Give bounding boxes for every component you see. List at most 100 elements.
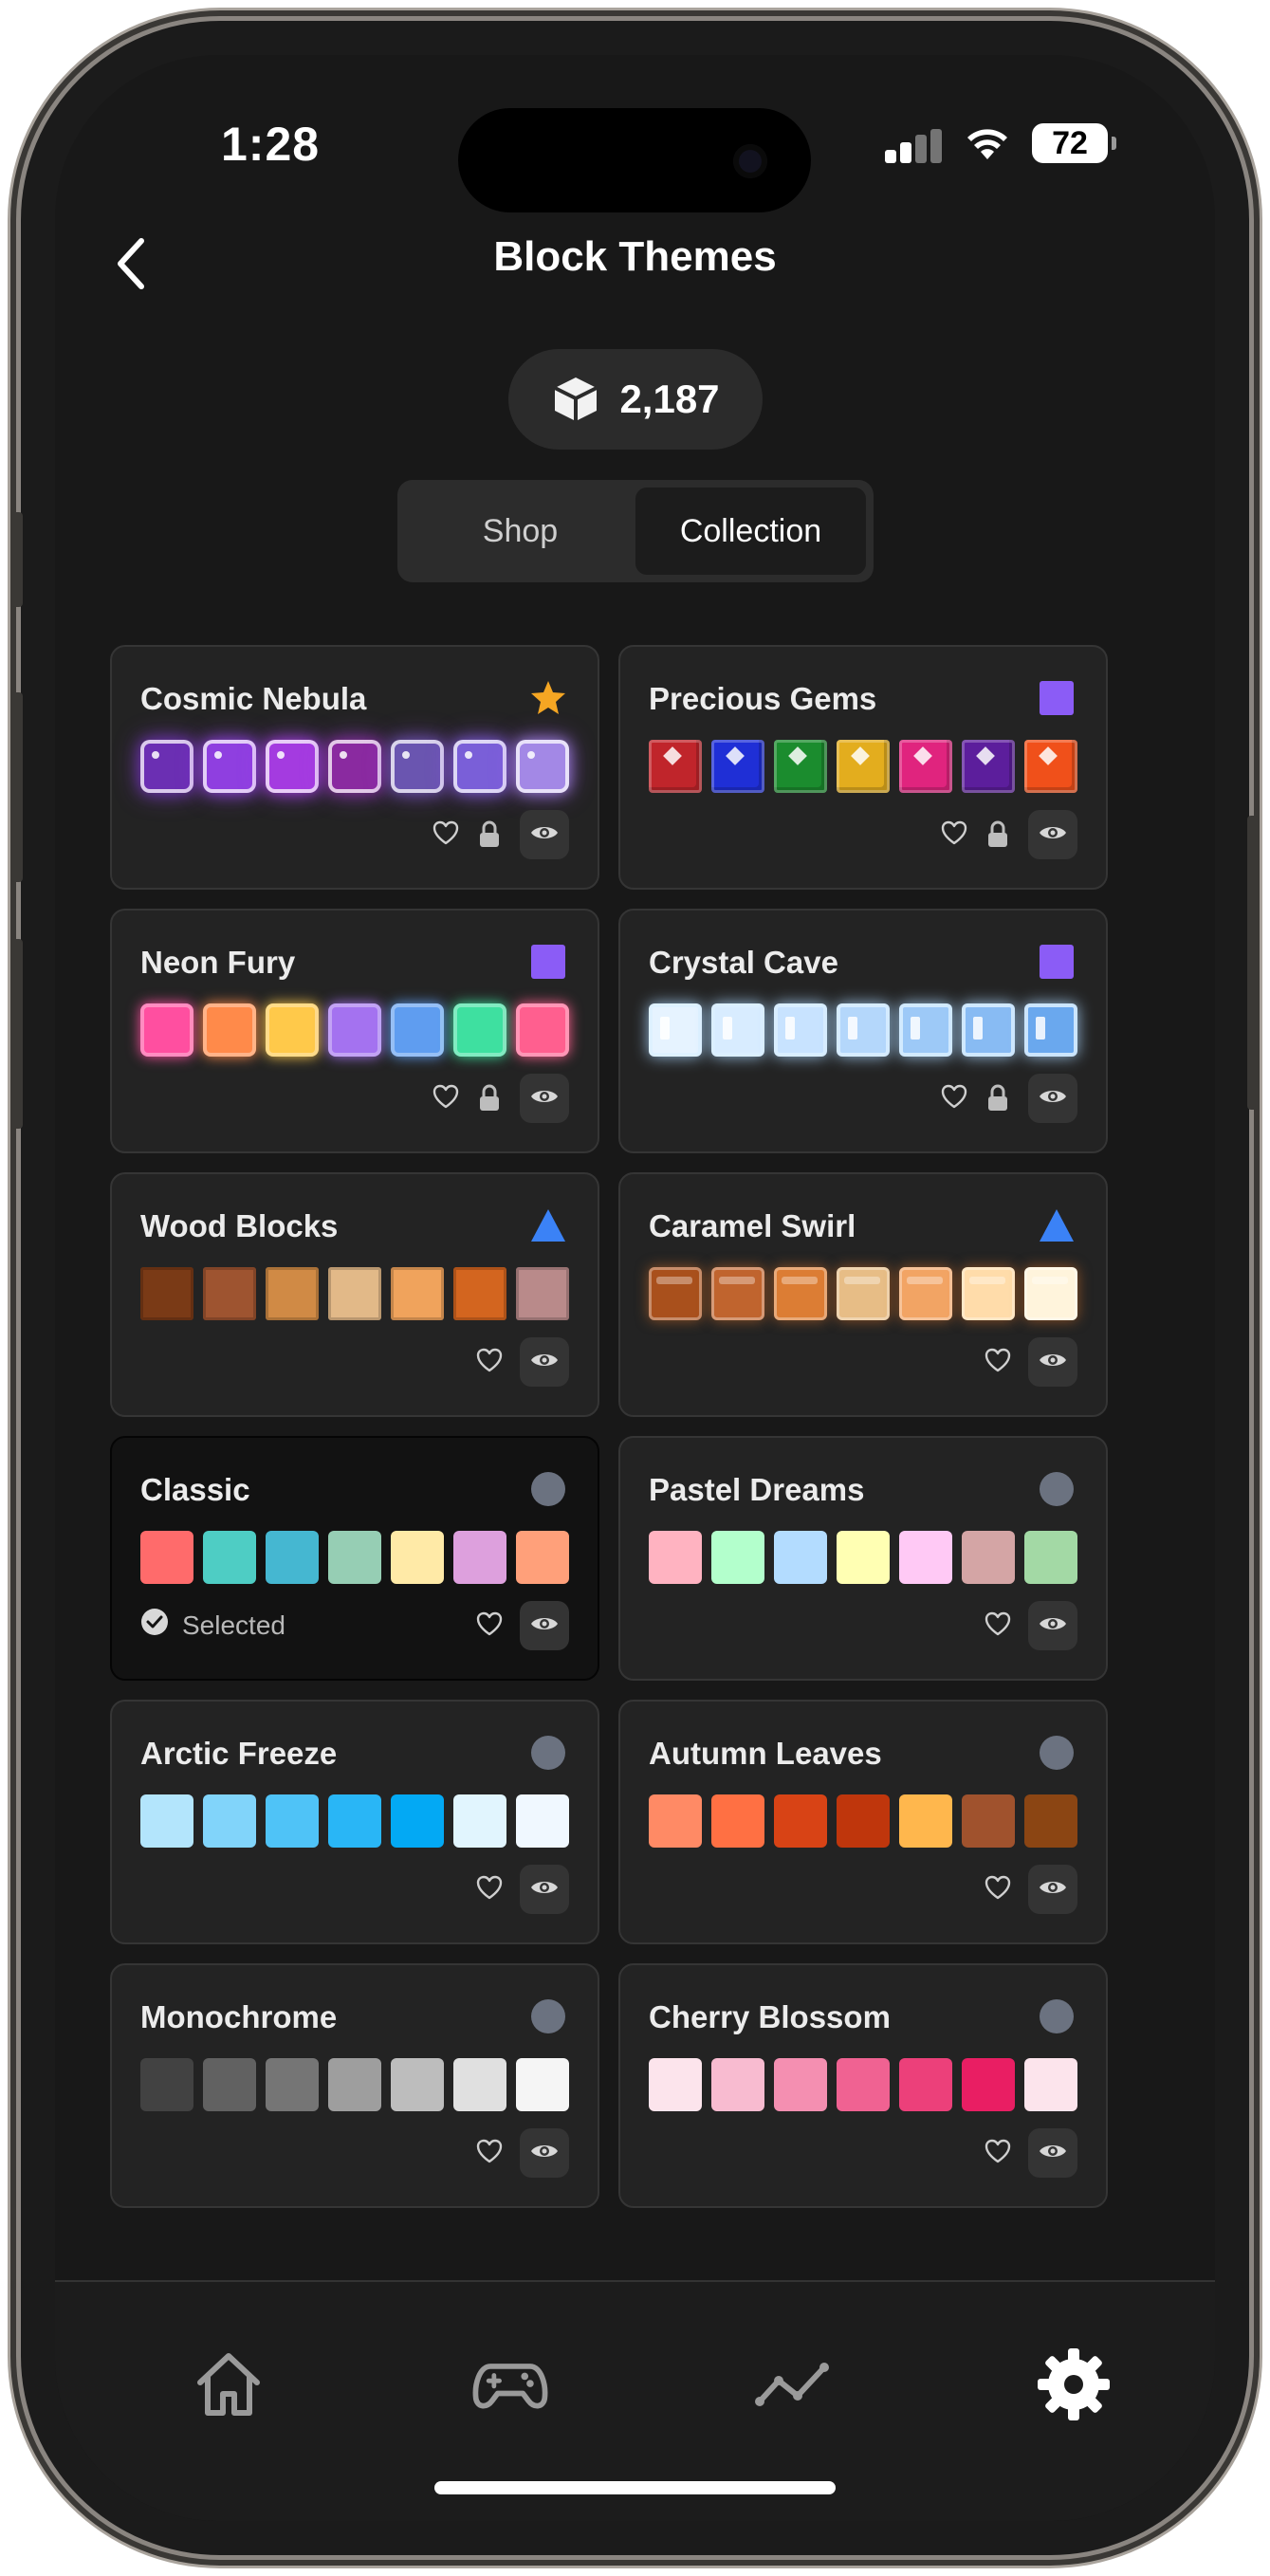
camera-icon	[733, 144, 767, 178]
favorite-button[interactable]	[985, 1348, 1011, 1377]
page-title: Block Themes	[493, 233, 777, 280]
color-swatch	[899, 1267, 952, 1320]
theme-name: Classic	[140, 1472, 250, 1507]
preview-button[interactable]	[1028, 2128, 1077, 2178]
theme-name: Autumn Leaves	[649, 1736, 882, 1771]
nav-home[interactable]	[191, 2346, 267, 2422]
card-actions	[476, 1601, 569, 1650]
color-swatch	[391, 1267, 444, 1320]
heart-icon	[985, 1611, 1011, 1641]
color-swatch	[140, 1531, 193, 1584]
favorite-button[interactable]	[985, 1611, 1011, 1641]
color-swatch	[516, 1003, 569, 1057]
eye-icon	[529, 1086, 560, 1112]
favorite-button[interactable]	[941, 1084, 967, 1113]
theme-card[interactable]: Classic Selected	[110, 1436, 599, 1681]
tab-shop[interactable]: Shop	[405, 488, 635, 575]
nav-settings[interactable]	[1036, 2346, 1112, 2422]
eye-icon	[529, 822, 560, 848]
color-swatch	[1024, 2058, 1077, 2111]
preview-button[interactable]	[1028, 1601, 1077, 1650]
color-swatch	[649, 1794, 702, 1848]
heart-icon	[433, 820, 459, 850]
color-swatch	[203, 1794, 256, 1848]
preview-button[interactable]	[520, 1074, 569, 1123]
favorite-button[interactable]	[433, 820, 459, 850]
color-swatch	[899, 2058, 952, 2111]
bottom-tab-bar	[55, 2280, 1215, 2521]
gray-circle-icon	[1038, 1997, 1076, 2035]
favorite-button[interactable]	[433, 1084, 459, 1112]
theme-card[interactable]: Caramel Swirl	[618, 1172, 1108, 1417]
power-button	[1247, 816, 1259, 1110]
color-swatch	[203, 1003, 256, 1057]
preview-button[interactable]	[1028, 1074, 1077, 1123]
lock-icon	[985, 1084, 1011, 1112]
action-button	[11, 512, 23, 607]
theme-card[interactable]: Pastel Dreams	[618, 1436, 1108, 1681]
favorite-button[interactable]	[476, 1348, 503, 1375]
theme-card[interactable]: Precious Gems	[618, 645, 1108, 890]
swatch-row	[140, 1003, 569, 1057]
nav-games[interactable]	[472, 2346, 548, 2422]
preview-button[interactable]	[1028, 810, 1077, 859]
color-swatch	[899, 1794, 952, 1848]
theme-card[interactable]: Neon Fury	[110, 909, 599, 1153]
color-swatch	[516, 1794, 569, 1848]
theme-card[interactable]: Wood Blocks	[110, 1172, 599, 1417]
favorite-button[interactable]	[476, 2139, 503, 2166]
color-swatch	[649, 1003, 702, 1057]
coin-amount: 2,187	[619, 377, 720, 421]
heart-icon	[985, 1348, 1011, 1377]
preview-button[interactable]	[520, 1337, 569, 1387]
color-swatch	[649, 2058, 702, 2111]
theme-card[interactable]: Cherry Blossom	[618, 1963, 1108, 2208]
wifi-icon	[967, 129, 1007, 159]
favorite-button[interactable]	[985, 2139, 1011, 2166]
status-time: 1:28	[221, 118, 321, 171]
stats-icon	[755, 2363, 829, 2406]
screen: 1:28 72 Block Themes 2,187 Shop Collecti…	[55, 55, 1215, 2521]
preview-button[interactable]	[520, 2128, 569, 2178]
favorite-button[interactable]	[941, 820, 967, 848]
color-swatch	[774, 740, 827, 793]
nav-stats[interactable]	[754, 2346, 830, 2422]
theme-name: Cosmic Nebula	[140, 681, 367, 716]
color-swatch	[266, 1531, 319, 1584]
color-swatch	[837, 1531, 890, 1584]
preview-button[interactable]	[520, 1601, 569, 1650]
gray-circle-icon	[529, 1470, 567, 1508]
star-icon	[529, 679, 567, 717]
card-actions	[433, 810, 569, 859]
swatch-row	[140, 1267, 569, 1320]
card-actions	[476, 1865, 569, 1914]
favorite-button[interactable]	[476, 1611, 503, 1639]
tab-collection[interactable]: Collection	[635, 488, 866, 575]
theme-card[interactable]: Crystal Cave	[618, 909, 1108, 1153]
theme-name: Neon Fury	[140, 945, 296, 980]
theme-card[interactable]: Arctic Freeze	[110, 1700, 599, 1944]
heart-icon	[941, 1084, 967, 1113]
color-swatch	[649, 740, 702, 793]
color-swatch	[203, 1267, 256, 1320]
color-swatch	[328, 1531, 381, 1584]
preview-button[interactable]	[520, 810, 569, 859]
swatch-row	[140, 740, 569, 793]
preview-button[interactable]	[1028, 1337, 1077, 1387]
theme-card[interactable]: Monochrome	[110, 1963, 599, 2208]
blue-triangle-icon	[529, 1206, 567, 1244]
favorite-button[interactable]	[985, 1875, 1011, 1903]
color-swatch	[649, 1531, 702, 1584]
theme-card[interactable]: Autumn Leaves	[618, 1700, 1108, 1944]
color-swatch	[1024, 1267, 1077, 1320]
eye-icon	[1038, 1877, 1068, 1903]
favorite-button[interactable]	[476, 1875, 503, 1903]
color-swatch	[391, 1531, 444, 1584]
color-swatch	[203, 1531, 256, 1584]
preview-button[interactable]	[520, 1865, 569, 1914]
color-swatch	[774, 2058, 827, 2111]
theme-card[interactable]: Cosmic Nebula	[110, 645, 599, 890]
preview-button[interactable]	[1028, 1865, 1077, 1914]
swatch-row	[649, 1003, 1077, 1057]
theme-name: Caramel Swirl	[649, 1208, 856, 1243]
